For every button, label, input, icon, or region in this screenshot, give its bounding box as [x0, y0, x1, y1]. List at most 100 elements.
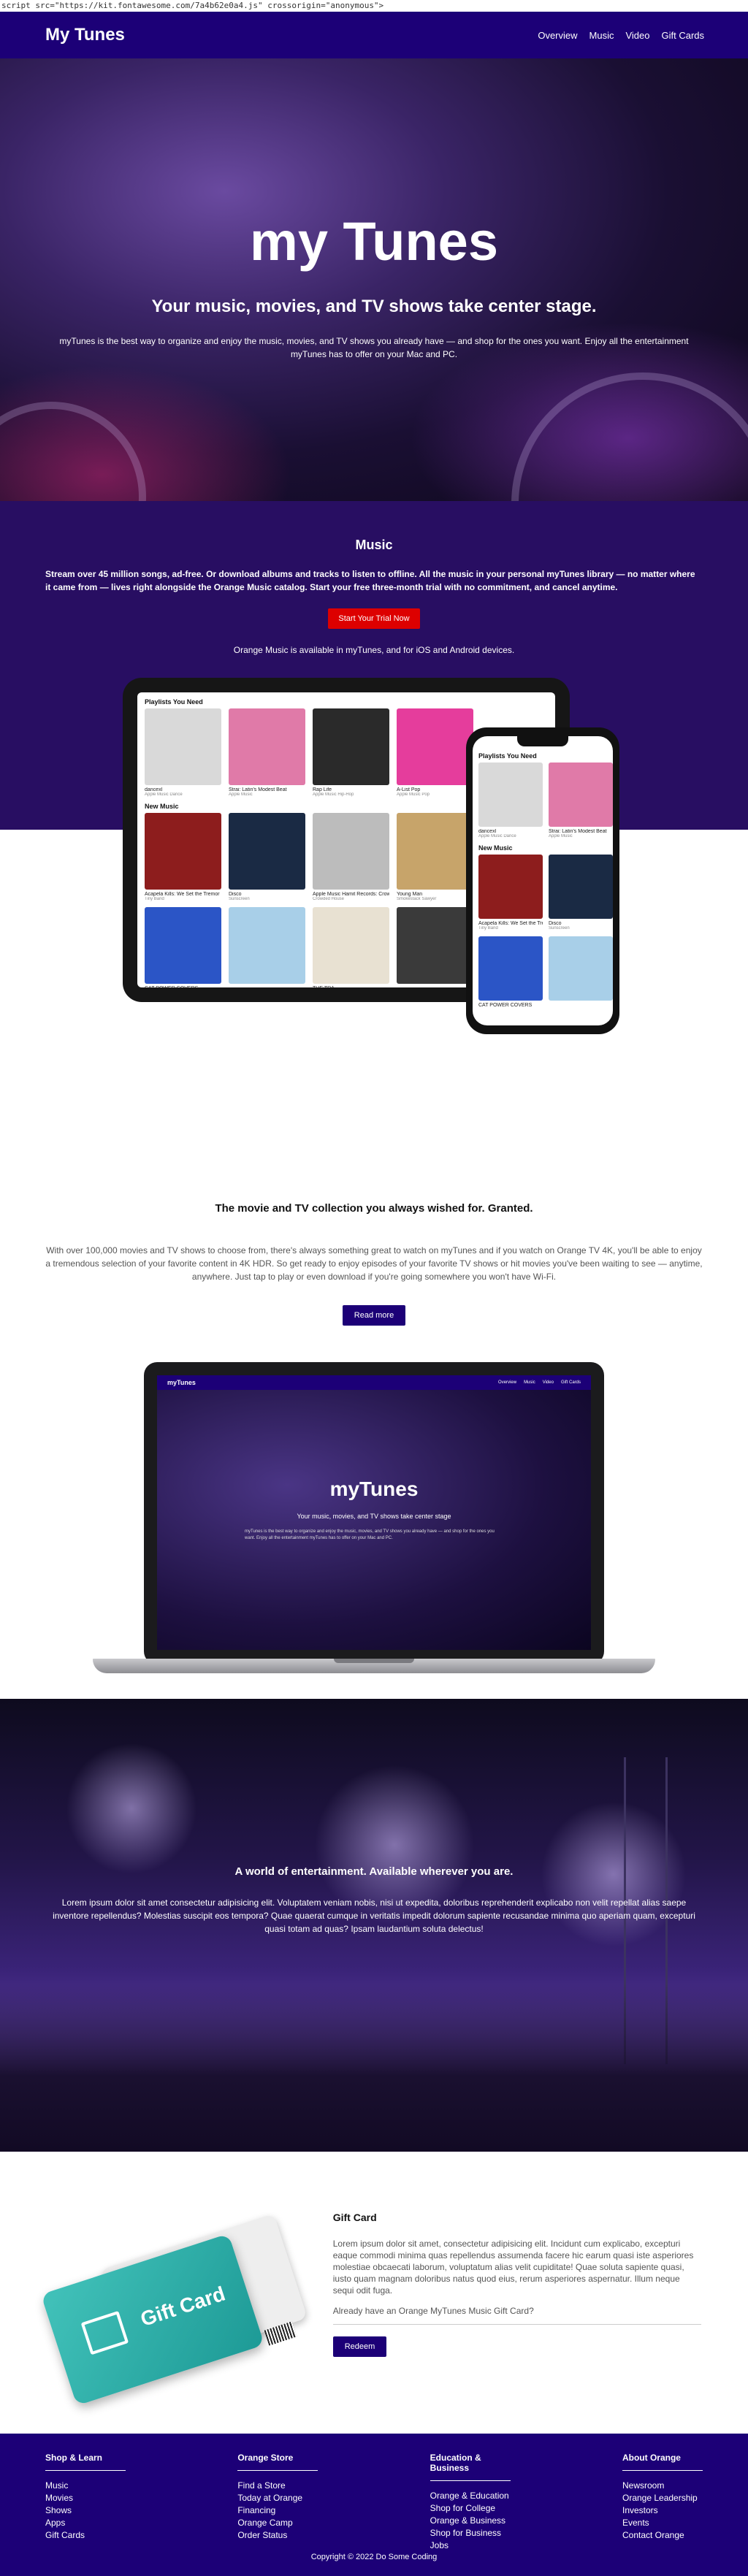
album-subtitle: Apple Music Hip-Hop: [313, 792, 354, 797]
album-card[interactable]: [549, 936, 613, 1008]
album-card[interactable]: dancexl Apple Music Dance: [478, 763, 543, 838]
album-title: Acapela Kills: We Set the Tremor: [145, 892, 220, 897]
playlists-row: dancexl Apple Music Dance Strai: Latin's M…: [478, 763, 613, 838]
hero-section: my Tunes Your music, movies, and TV show…: [0, 58, 748, 501]
laptop-mini-link: Overview: [498, 1380, 517, 1385]
footer-link[interactable]: Shop for Business: [430, 2527, 511, 2539]
footer-link[interactable]: Apps: [45, 2517, 126, 2529]
album-title: Acapela Kills: We Set the Tremor: [478, 921, 543, 926]
footer-link[interactable]: Today at Orange: [237, 2492, 318, 2504]
entertainment-description: Lorem ipsum dolor sit amet consectetur a…: [53, 1897, 695, 1934]
album-card[interactable]: CAT POWER COVERS: [145, 907, 221, 987]
album-card[interactable]: Acapela Kills: We Set the TremorTiny Ban…: [145, 813, 221, 901]
read-more-button[interactable]: Read more: [342, 1305, 406, 1326]
footer-link[interactable]: Gift Cards: [45, 2529, 126, 2542]
laptop-mini-navbar: myTunes Overview Music Video Gift Cards: [157, 1375, 591, 1390]
album-title: dancexl: [478, 829, 497, 834]
nav-link-music[interactable]: Music: [589, 30, 614, 41]
album-subtitle: Smokestack Sawyer: [397, 897, 437, 901]
album-title: CAT POWER COVERS: [478, 1003, 533, 1008]
album-card[interactable]: A-List Pop Apple Music Pop: [397, 708, 473, 797]
album-cover: [145, 907, 221, 984]
nav-link-overview[interactable]: Overview: [538, 30, 577, 41]
movies-section: The movie and TV collection you always w…: [0, 1173, 748, 1699]
nav-link-gift-cards[interactable]: Gift Cards: [661, 30, 704, 41]
album-title: CAT POWER COVERS: [145, 986, 221, 987]
laptop-screen: myTunes Overview Music Video Gift Cards …: [157, 1375, 591, 1650]
gift-card-title: Gift Card: [332, 2212, 377, 2223]
album-card[interactable]: Disco Sunscreen: [549, 855, 613, 930]
nav-links: Overview Music Video Gift Cards: [538, 30, 704, 41]
movies-title: The movie and TV collection you always w…: [215, 1202, 533, 1215]
album-card[interactable]: [229, 907, 305, 987]
footer-link[interactable]: Order Status: [237, 2529, 318, 2542]
album-cover: [397, 813, 473, 890]
album-subtitle: Apple Music Dance: [145, 792, 183, 797]
footer-link[interactable]: Newsroom: [622, 2480, 703, 2492]
album-subtitle: Apple Music Pop: [397, 792, 430, 797]
album-title: dancexl: [145, 787, 163, 792]
album-card[interactable]: dancexl Apple Music Dance: [145, 708, 221, 797]
hero-subtitle: Your music, movies, and TV shows take ce…: [151, 297, 597, 316]
footer-link[interactable]: Orange Leadership: [622, 2492, 703, 2504]
album-card[interactable]: Strai: Latin's Modest Beat Apple Music: [229, 708, 305, 797]
album-card[interactable]: [397, 907, 473, 987]
footer-link[interactable]: Jobs: [430, 2539, 511, 2552]
nav-link-video[interactable]: Video: [625, 30, 649, 41]
footer-heading: Orange Store: [237, 2453, 318, 2471]
gift-card-section: Gift Card Gift Card Lorem ipsum dolor si…: [0, 2152, 748, 2434]
album-subtitle: Tiny Band: [478, 926, 498, 930]
album-card[interactable]: Apple Music Hamit Records: Crowded House…: [313, 813, 389, 901]
stage-light: [66, 1743, 197, 1874]
footer-link[interactable]: Events: [622, 2517, 703, 2529]
gift-card-front: Gift Card: [40, 2233, 265, 2406]
footer-link[interactable]: Contact Orange: [622, 2529, 703, 2542]
footer-link[interactable]: Shows: [45, 2504, 126, 2517]
album-card[interactable]: Strai: Latin's Modest Beat Apple Music: [549, 763, 613, 838]
album-cover: [549, 936, 613, 1001]
navbar: My Tunes Overview Music Video Gift Cards: [0, 12, 748, 58]
footer-link[interactable]: Orange & Education: [430, 2490, 511, 2502]
album-card[interactable]: Young Man Smokestack Sawyer: [397, 813, 473, 901]
album-cover: [145, 708, 221, 785]
album-cover: [229, 813, 305, 890]
devices-showcase: Playlists You Need dancexl Apple Music Da…: [0, 678, 748, 1173]
album-subtitle: Apple Music Dance: [478, 834, 516, 838]
album-card[interactable]: Rap Life Apple Music Hip-Hop: [313, 708, 389, 797]
footer-link[interactable]: Shop for College: [430, 2502, 511, 2515]
footer-link[interactable]: Music: [45, 2480, 126, 2492]
album-subtitle: Crowded House: [313, 897, 345, 901]
entertainment-section: A world of entertainment. Available wher…: [0, 1699, 748, 2152]
album-cover: [229, 708, 305, 785]
album-card[interactable]: Disco Sunscreen: [229, 813, 305, 901]
footer-column: About Orange Newsroom Orange Leadership Inv…: [622, 2453, 703, 2552]
movies-description: With over 100,000 movies and TV shows to…: [45, 1245, 703, 1282]
album-card[interactable]: CAT POWER COVERS: [478, 936, 543, 1008]
brand-logo[interactable]: My Tunes: [45, 25, 125, 45]
album-card[interactable]: Acapela Kills: We Set the TremorTiny Ban…: [478, 855, 543, 930]
album-title: Disco: [229, 892, 242, 897]
start-trial-button[interactable]: Start Your Trial Now: [328, 608, 420, 629]
footer-link[interactable]: Find a Store: [237, 2480, 318, 2492]
playlists-heading: Playlists You Need: [478, 752, 537, 760]
footer-link[interactable]: Investors: [622, 2504, 703, 2517]
footer-link[interactable]: Financing: [237, 2504, 318, 2517]
redeem-button[interactable]: Redeem: [332, 2336, 387, 2357]
laptop-base: [93, 1659, 655, 1673]
gift-card-description: Lorem ipsum dolor sit amet, consectetur …: [332, 2239, 694, 2296]
footer-link[interactable]: Movies: [45, 2492, 126, 2504]
laptop-mini-links: Overview Music Video Gift Cards: [498, 1380, 581, 1385]
laptop-base-notch: [334, 1659, 414, 1663]
footer-link[interactable]: Orange & Business: [430, 2515, 511, 2527]
playlists-heading: Playlists You Need: [145, 698, 203, 706]
album-title: Rap Life: [313, 787, 332, 792]
album-card[interactable]: THE TRA: [313, 907, 389, 987]
music-title: Music: [355, 538, 393, 552]
album-title: Young Man: [397, 892, 423, 897]
album-title: Strai: Latin's Modest Beat: [549, 829, 607, 834]
footer-heading: Shop & Learn: [45, 2453, 126, 2471]
footer-link[interactable]: Orange Camp: [237, 2517, 318, 2529]
album-subtitle: Tiny Band: [145, 897, 164, 901]
album-cover: [397, 708, 473, 785]
album-subtitle: Sunscreen: [549, 926, 570, 930]
